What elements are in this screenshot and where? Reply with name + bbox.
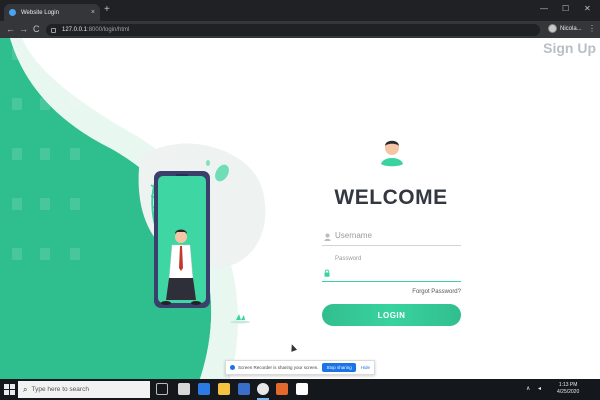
store-icon[interactable] <box>238 383 250 395</box>
tab-title: Website Login <box>21 9 59 16</box>
browser-menu-icon[interactable]: ⋮ <box>588 24 596 33</box>
tab-favicon-icon <box>9 9 16 16</box>
welcome-heading: WELCOME <box>334 186 448 209</box>
window-close-button[interactable]: ✕ <box>584 4 591 13</box>
forgot-password-link[interactable]: Forgot Password? <box>322 289 461 295</box>
new-tab-button[interactable]: + <box>104 5 110 15</box>
start-menu-icon[interactable] <box>4 384 15 395</box>
url-host: 127.0.0.1 <box>62 27 88 33</box>
taskbar-search-placeholder: Type here to search <box>31 386 89 393</box>
leaf-small-shape <box>206 160 210 166</box>
username-field[interactable]: Username <box>322 224 461 246</box>
phone-speaker-shape <box>176 174 188 176</box>
person-shoe-left-shape <box>161 301 171 305</box>
back-button[interactable]: ← <box>6 24 15 34</box>
person-legs-shape <box>166 278 196 300</box>
user-icon <box>324 233 331 241</box>
share-notice-text: Screen Recorder is sharing your screen. <box>238 365 319 370</box>
window-maximize-button[interactable]: ☐ <box>562 4 569 13</box>
media-icon[interactable] <box>276 383 288 395</box>
login-button[interactable]: LOGIN <box>322 304 461 326</box>
profile-avatar-icon <box>548 24 557 33</box>
browser-toolbar: ← → C 127.0.0.1 :8000/login/html Nicola.… <box>0 21 600 38</box>
lock-icon <box>324 269 330 277</box>
signup-link[interactable]: Sign Up <box>543 40 596 56</box>
volume-icon[interactable]: ◂ <box>538 385 541 392</box>
browser-tab-bar: Website Login × + — ☐ ✕ <box>0 0 600 21</box>
forward-button[interactable]: → <box>19 24 28 34</box>
edge-icon[interactable] <box>198 383 210 395</box>
taskbar-search-box[interactable]: ⌕ Type here to search <box>18 381 150 398</box>
chrome-icon[interactable] <box>257 383 269 395</box>
hide-notice-button[interactable]: Hide <box>361 365 370 370</box>
person-shoe-right-shape <box>191 301 201 305</box>
clock-date: 4/25/2020 <box>557 389 580 395</box>
task-view-icon[interactable] <box>156 383 168 395</box>
password-field[interactable]: Password <box>322 251 461 282</box>
windows-taskbar: ⌕ Type here to search ∧ ◂ 1:13 PM 4/25/2… <box>0 379 600 400</box>
stop-sharing-button[interactable]: Stop sharing <box>322 363 356 372</box>
login-page: Sign Up WELCOME Username Password Forgot… <box>0 38 600 379</box>
url-path: :8000/login/html <box>87 27 130 33</box>
site-info-icon[interactable] <box>51 27 56 33</box>
plant-shadow-shape <box>230 320 250 324</box>
profile-name: Nicola... <box>560 25 582 32</box>
clock-time: 1:13 PM <box>558 382 578 388</box>
mail-icon[interactable] <box>296 383 308 395</box>
person-head-shape <box>175 231 187 243</box>
reload-button[interactable]: C <box>33 24 40 34</box>
file-explorer-icon[interactable] <box>218 383 230 395</box>
tab-close-icon[interactable]: × <box>91 9 95 16</box>
search-icon: ⌕ <box>23 384 28 394</box>
screen-share-notice: Screen Recorder is sharing your screen. … <box>225 360 375 375</box>
network-icon[interactable]: ∧ <box>526 385 530 392</box>
username-placeholder: Username <box>335 231 372 240</box>
password-label: Password <box>335 256 362 262</box>
address-bar[interactable]: 127.0.0.1 :8000/login/html <box>46 24 540 36</box>
share-indicator-icon <box>230 365 235 370</box>
app-icon[interactable] <box>178 383 190 395</box>
browser-tab[interactable]: Website Login × <box>4 4 100 21</box>
user-avatar-icon <box>377 134 407 168</box>
taskbar-clock[interactable]: 1:13 PM 4/25/2020 <box>557 382 579 396</box>
window-minimize-button[interactable]: — <box>540 4 548 13</box>
profile-button[interactable]: Nicola... <box>548 24 582 33</box>
